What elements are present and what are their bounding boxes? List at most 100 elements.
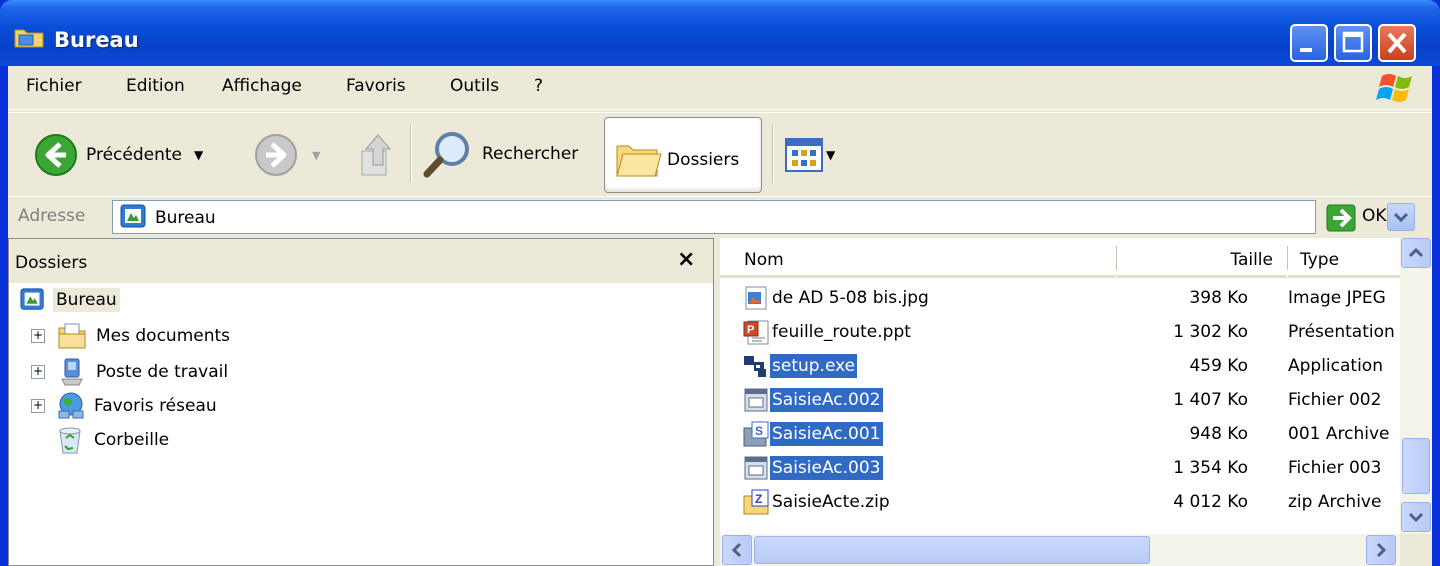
tree-label: Corbeille xyxy=(94,430,170,450)
exe-file-icon xyxy=(744,356,766,377)
file-type: Fichier 002 xyxy=(1288,390,1382,410)
toolbar-separator xyxy=(410,125,412,183)
minimize-button[interactable] xyxy=(1290,24,1328,62)
list-row[interactable]: de AD 5-08 bis.jpg 398 Ko Image JPEG xyxy=(720,282,1400,316)
chevron-down-icon xyxy=(1393,212,1409,223)
forward-button[interactable]: ▼ xyxy=(254,133,320,177)
menu-help[interactable]: ? xyxy=(534,76,543,96)
folders-pane: Dossiers × Bureau + Mes documents + Post… xyxy=(8,238,714,566)
menu-fichier[interactable]: Fichier xyxy=(26,76,82,96)
vertical-scrollbar[interactable] xyxy=(1400,238,1432,566)
tree-expand-icon[interactable]: + xyxy=(31,329,45,343)
search-button[interactable]: Rechercher xyxy=(422,129,578,179)
forward-arrow-icon xyxy=(255,134,297,176)
vertical-scroll-thumb[interactable] xyxy=(1402,438,1430,494)
jpeg-file-icon xyxy=(745,286,767,310)
horizontal-scroll-thumb[interactable] xyxy=(754,536,1150,564)
up-folder-button[interactable] xyxy=(354,131,398,179)
list-row[interactable]: SaisieAc.002 1 407 Ko Fichier 002 xyxy=(720,384,1400,418)
folders-icon xyxy=(616,145,662,177)
up-folder-icon xyxy=(361,134,392,176)
close-button[interactable] xyxy=(1378,24,1416,62)
address-dropdown-button[interactable] xyxy=(1387,203,1415,231)
back-button[interactable]: Précédente ▼ xyxy=(34,133,203,177)
scroll-right-button[interactable] xyxy=(1366,535,1396,565)
window-title: Bureau xyxy=(54,28,139,52)
powerpoint-file-icon: P xyxy=(743,320,769,345)
folders-label: Dossiers xyxy=(667,150,740,170)
list-row[interactable]: setup.exe 459 Ko Application xyxy=(720,350,1400,384)
go-button-label[interactable]: OK xyxy=(1362,206,1387,226)
tree-label: Poste de travail xyxy=(96,362,229,382)
chevron-left-icon xyxy=(731,542,742,558)
minimize-icon xyxy=(1300,48,1312,52)
address-label: Adresse xyxy=(18,206,86,226)
column-header-name[interactable]: Nom xyxy=(720,238,1116,278)
title-bar[interactable]: Bureau xyxy=(0,0,1440,66)
menu-favoris[interactable]: Favoris xyxy=(346,76,406,96)
maximize-icon xyxy=(1342,31,1364,53)
file-size: 948 Ko xyxy=(1189,424,1248,444)
forward-dropdown-icon[interactable]: ▼ xyxy=(312,149,320,162)
scroll-left-button[interactable] xyxy=(722,535,752,565)
go-arrow-icon[interactable] xyxy=(1326,204,1356,232)
address-input[interactable]: Bureau xyxy=(112,200,1415,234)
file-name: de AD 5-08 bis.jpg xyxy=(772,288,929,308)
tree-label: Bureau xyxy=(53,288,120,312)
generic-file-icon xyxy=(744,456,768,480)
toolbar: Précédente ▼ ▼ Rechercher Dossiers ▼ xyxy=(8,112,1432,208)
menu-bar: Fichier Edition Affichage Favoris Outils… xyxy=(8,66,1432,110)
scroll-down-button[interactable] xyxy=(1401,502,1431,532)
file-list-pane: Nom Taille Type de AD 5-08 bis.jpg 398 K… xyxy=(720,238,1432,566)
tree-item-bureau[interactable]: Bureau xyxy=(19,285,120,315)
views-dropdown-icon[interactable]: ▼ xyxy=(826,148,835,162)
list-row[interactable]: SaisieAc.003 1 354 Ko Fichier 003 xyxy=(720,452,1400,486)
file-name: SaisieAc.002 xyxy=(770,388,883,412)
folders-pane-title: Dossiers xyxy=(15,253,88,273)
network-places-icon xyxy=(58,392,84,419)
menu-outils[interactable]: Outils xyxy=(450,76,499,96)
search-icon xyxy=(423,132,469,178)
tree-expand-icon[interactable]: + xyxy=(31,399,45,413)
my-computer-icon xyxy=(61,358,83,386)
views-icon xyxy=(785,138,823,172)
file-name: SaisieActe.zip xyxy=(772,492,890,512)
folders-pane-close-button[interactable]: × xyxy=(677,247,695,272)
back-arrow-icon xyxy=(35,134,77,176)
folders-toggle-button[interactable]: Dossiers xyxy=(604,117,762,193)
svg-text:P: P xyxy=(747,324,754,336)
maximize-button[interactable] xyxy=(1334,24,1372,62)
close-icon xyxy=(1387,32,1407,54)
file-type: zip Archive xyxy=(1288,492,1382,512)
tree-label: Mes documents xyxy=(96,326,231,346)
file-name: SaisieAc.001 xyxy=(770,422,883,446)
svg-text:S: S xyxy=(755,424,763,438)
menu-edition[interactable]: Edition xyxy=(126,76,185,96)
horizontal-scrollbar[interactable] xyxy=(720,534,1400,566)
folders-pane-header: Dossiers × xyxy=(9,239,713,283)
archive-file-icon: S xyxy=(743,421,769,447)
list-row[interactable]: P feuille_route.ppt 1 302 Ko Présentatio… xyxy=(720,316,1400,350)
tree-item-corbeille[interactable]: Corbeille xyxy=(55,425,172,455)
svg-text:Z: Z xyxy=(755,492,762,506)
tree-item-favoris-reseau[interactable]: + Favoris réseau xyxy=(31,391,220,421)
explorer-window: Bureau Fichier Edition Affichage Favoris… xyxy=(0,0,1440,566)
tree-item-poste-de-travail[interactable]: + Poste de travail xyxy=(31,357,231,387)
desktop-icon xyxy=(120,204,146,228)
list-row[interactable]: Z SaisieActe.zip 4 012 Ko zip Archive xyxy=(720,486,1400,520)
list-row[interactable]: S SaisieAc.001 948 Ko 001 Archive xyxy=(720,418,1400,452)
menu-affichage[interactable]: Affichage xyxy=(222,76,302,96)
desktop-icon xyxy=(20,288,44,310)
resize-grip-icon[interactable] xyxy=(1400,534,1432,566)
file-type: Fichier 003 xyxy=(1288,458,1382,478)
column-header-size[interactable]: Taille xyxy=(1117,238,1287,278)
search-label: Rechercher xyxy=(482,144,579,164)
tree-expand-icon[interactable]: + xyxy=(31,365,45,379)
scroll-up-button[interactable] xyxy=(1401,238,1431,268)
address-value: Bureau xyxy=(155,208,216,228)
back-label: Précédente xyxy=(86,145,182,165)
back-dropdown-icon[interactable]: ▼ xyxy=(194,148,203,162)
tree-item-mes-documents[interactable]: + Mes documents xyxy=(31,321,233,351)
column-header-type[interactable]: Type xyxy=(1288,238,1400,278)
views-button[interactable]: ▼ xyxy=(784,137,835,173)
